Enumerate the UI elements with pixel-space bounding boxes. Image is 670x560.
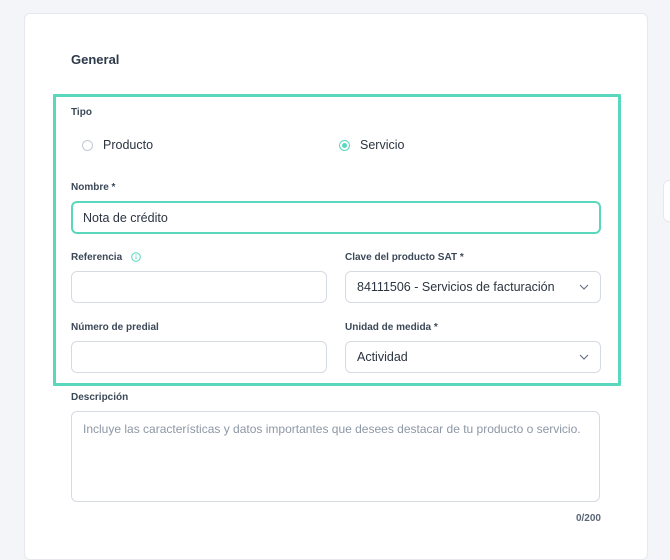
nombre-label: Nombre * — [71, 182, 116, 193]
clave-sat-label: Clave del producto SAT * — [345, 252, 464, 263]
unidad-label: Unidad de medida * — [345, 322, 438, 333]
descripcion-placeholder: Incluye las características y datos impo… — [83, 422, 581, 436]
unidad-select[interactable]: Actividad — [345, 341, 601, 373]
radio-producto-circle[interactable] — [82, 139, 93, 151]
clave-sat-select[interactable]: 84111506 - Servicios de facturación — [345, 271, 601, 303]
radio-producto-label: Producto — [103, 138, 154, 152]
chevron-down-icon — [579, 354, 589, 360]
radio-servicio-label: Servicio — [360, 138, 405, 152]
unidad-value: Actividad — [357, 350, 408, 364]
section-title: General — [71, 52, 120, 67]
nombre-input[interactable]: Nota de crédito — [71, 201, 601, 234]
radio-servicio[interactable]: Servicio — [339, 138, 404, 152]
chevron-down-icon — [579, 284, 589, 290]
predial-label: Número de predial — [71, 322, 159, 333]
clave-sat-value: 84111506 - Servicios de facturación — [357, 280, 555, 294]
radio-servicio-circle[interactable] — [339, 139, 350, 151]
info-icon[interactable] — [131, 252, 141, 262]
tipo-label: Tipo — [71, 107, 92, 118]
referencia-label: Referencia — [71, 252, 141, 263]
referencia-input[interactable] — [71, 271, 327, 303]
predial-input[interactable] — [71, 341, 327, 373]
nombre-input-value: Nota de crédito — [83, 210, 168, 225]
side-panel-edge — [663, 180, 670, 222]
radio-producto[interactable]: Producto — [82, 138, 153, 152]
descripcion-textarea[interactable]: Incluye las características y datos impo… — [71, 411, 600, 502]
referencia-label-text: Referencia — [71, 252, 123, 263]
descripcion-label: Descripción — [71, 392, 129, 403]
char-counter: 0/200 — [575, 513, 601, 524]
